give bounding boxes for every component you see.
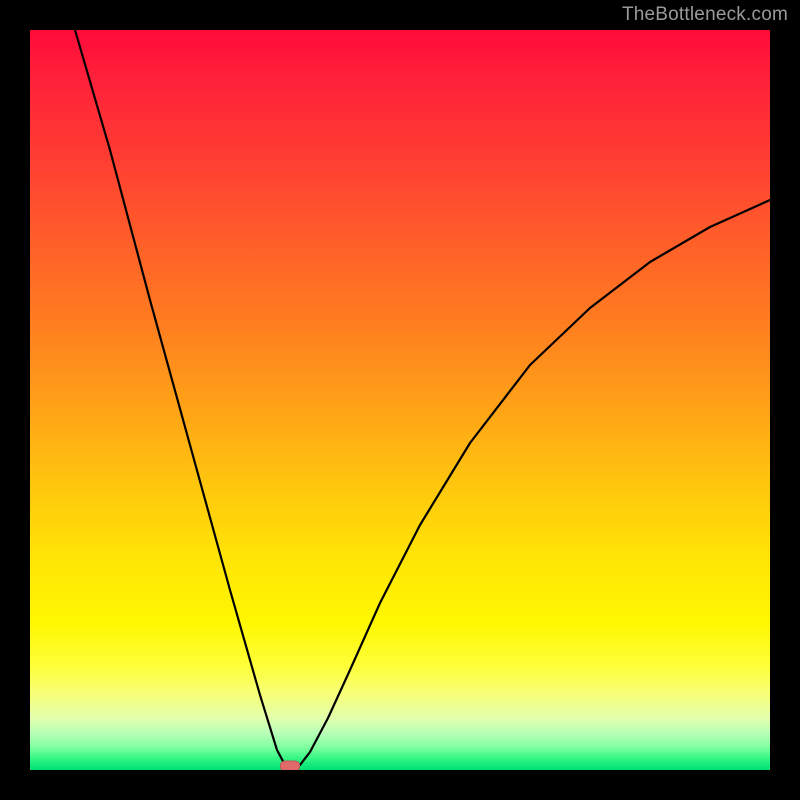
plot-area <box>30 30 770 770</box>
chart-frame: TheBottleneck.com <box>0 0 800 800</box>
watermark-text: TheBottleneck.com <box>622 4 788 26</box>
bottleneck-curve <box>30 30 770 770</box>
